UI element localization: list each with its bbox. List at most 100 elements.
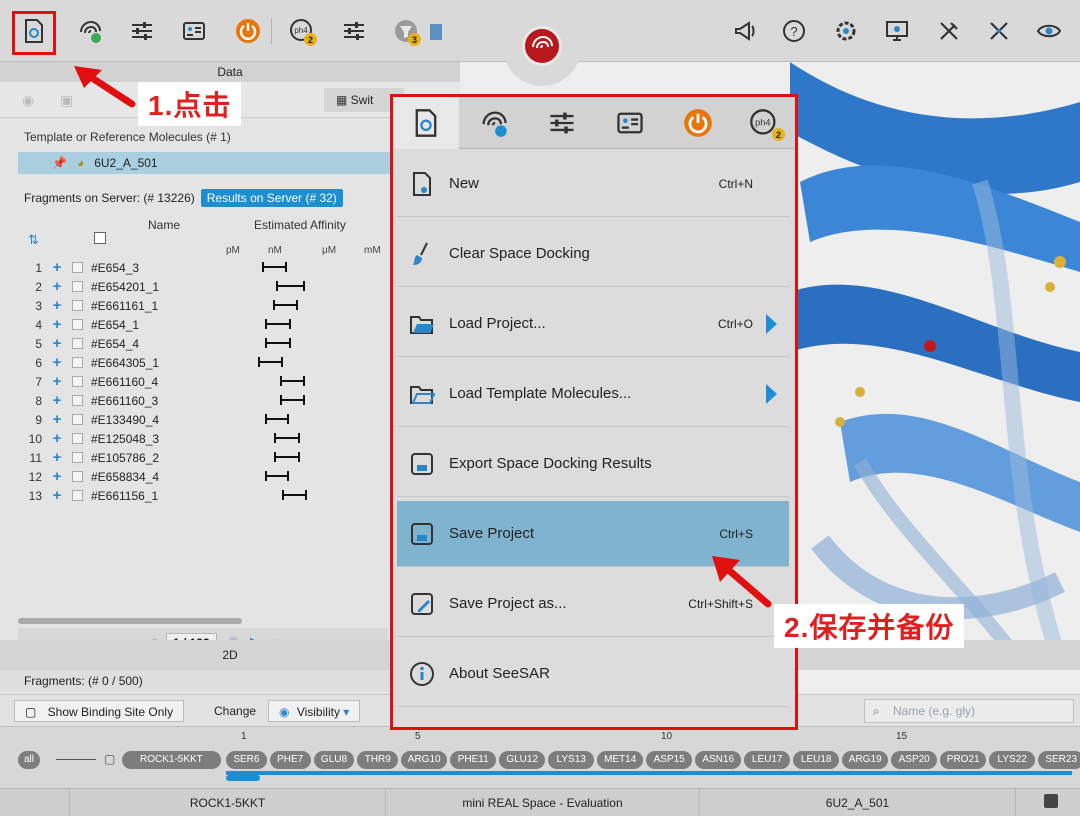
table-row[interactable]: 1 + #E654_3 (18, 258, 378, 277)
residue-pill[interactable]: ARG10 (401, 751, 448, 769)
add-fragment-icon[interactable]: + (48, 411, 66, 428)
menu-item-load-template-molecules[interactable]: Load Template Molecules... (397, 361, 789, 427)
sort-icon[interactable]: ⇅ (28, 232, 39, 248)
row-checkbox[interactable] (72, 262, 83, 273)
fragments-server-count[interactable]: Fragments on Server: (# 13226) (24, 191, 195, 205)
add-fragment-icon[interactable]: + (48, 392, 66, 409)
column-name[interactable]: Name (148, 218, 180, 232)
add-fragment-icon[interactable]: + (48, 430, 66, 447)
select-all-checkbox[interactable] (94, 232, 106, 244)
table-row[interactable]: 11 + #E105786_2 (18, 448, 378, 467)
row-checkbox[interactable] (72, 319, 83, 330)
sliders-button[interactable] (125, 14, 159, 48)
residue-pill[interactable]: LYS22 (989, 751, 1036, 769)
row-checkbox[interactable] (72, 357, 83, 368)
add-fragment-icon[interactable]: + (48, 297, 66, 314)
filter-dropdown-toggle[interactable] (430, 24, 442, 40)
results-server-tab[interactable]: Results on Server (# 32) (200, 189, 343, 207)
add-fragment-icon[interactable]: + (48, 449, 66, 466)
residue-pill[interactable]: LEU18 (793, 751, 840, 769)
residue-pill[interactable]: MET14 (597, 751, 644, 769)
notification-icon[interactable] (1044, 794, 1058, 808)
menu-item-export-space-docking-results[interactable]: Export Space Docking Results (397, 431, 789, 497)
row-checkbox[interactable] (72, 414, 83, 425)
menu-item-load-project[interactable]: Load Project... Ctrl+O (397, 291, 789, 357)
table-row[interactable]: 3 + #E661161_1 (18, 296, 378, 315)
help-button[interactable]: ? (777, 14, 811, 48)
pharmacophore-button[interactable]: ph4 2 (285, 14, 319, 48)
power-button[interactable] (231, 14, 265, 48)
table-row[interactable]: 13 + #E661156_1 (18, 486, 378, 505)
table-row[interactable]: 9 + #E133490_4 (18, 410, 378, 429)
id-card-button[interactable] (177, 14, 211, 48)
row-checkbox[interactable] (72, 281, 83, 292)
chain-pill[interactable]: ROCK1-5KKT (122, 751, 221, 769)
row-checkbox[interactable] (72, 452, 83, 463)
residue-pill[interactable]: PHE7 (269, 751, 311, 769)
menu-item-new[interactable]: New Ctrl+N (397, 151, 789, 217)
add-fragment-icon[interactable]: + (48, 373, 66, 390)
menu-tab-power[interactable] (665, 97, 731, 149)
submenu-arrow-icon[interactable] (766, 383, 777, 404)
residue-pill[interactable]: ASP20 (891, 751, 938, 769)
add-fragment-icon[interactable]: + (48, 335, 66, 352)
residue-pill[interactable]: THR9 (357, 751, 399, 769)
residue-pill[interactable]: LEU17 (744, 751, 791, 769)
add-fragment-icon[interactable]: + (48, 278, 66, 295)
add-fragment-icon[interactable]: + (48, 316, 66, 333)
table-row[interactable]: 2 + #E654201_1 (18, 277, 378, 296)
residue-pill[interactable]: ASN16 (695, 751, 742, 769)
submenu-arrow-icon[interactable] (766, 313, 777, 334)
menu-tab-id-card[interactable] (597, 97, 663, 149)
residue-pill[interactable]: LYS13 (548, 751, 595, 769)
column-affinity[interactable]: Estimated Affinity (254, 218, 346, 232)
template-item-row[interactable]: 📌 ◕ 6U2_A_501 (18, 152, 398, 174)
horizontal-scrollbar[interactable] (18, 618, 242, 624)
table-row[interactable]: 10 + #E125048_3 (18, 429, 378, 448)
cross-tools-button[interactable] (982, 14, 1016, 48)
filter-button[interactable]: 3 (389, 14, 423, 48)
binding-site-button[interactable] (73, 14, 107, 48)
row-checkbox[interactable] (72, 433, 83, 444)
menu-item-about-seesar[interactable]: About SeeSAR (397, 641, 789, 707)
table-row[interactable]: 7 + #E661160_4 (18, 372, 378, 391)
residue-pill[interactable]: GLU12 (499, 751, 546, 769)
add-fragment-icon[interactable]: + (48, 468, 66, 485)
row-checkbox[interactable] (72, 376, 83, 387)
table-row[interactable]: 5 + #E654_4 (18, 334, 378, 353)
menu-tab-file[interactable] (393, 97, 459, 149)
sequence-scrollbar[interactable] (226, 775, 260, 781)
menu-tab-sliders[interactable] (529, 97, 595, 149)
residue-pill[interactable]: SER23 (1038, 751, 1080, 769)
row-checkbox[interactable] (72, 395, 83, 406)
tools-button[interactable] (932, 14, 966, 48)
monitor-button[interactable] (880, 14, 914, 48)
row-checkbox[interactable] (72, 338, 83, 349)
table-row[interactable]: 6 + #E664305_1 (18, 353, 378, 372)
table-row[interactable]: 8 + #E661160_3 (18, 391, 378, 410)
palette-icon[interactable]: ◕ (77, 156, 84, 170)
announce-button[interactable] (728, 14, 762, 48)
menu-tab-pharmacophore[interactable]: ph4 2 (733, 97, 795, 149)
visibility-toggle-icon[interactable]: ◉ (22, 92, 34, 109)
residue-pill[interactable]: ASP15 (646, 751, 693, 769)
show-binding-site-toggle[interactable]: ▢ Show Binding Site Only (14, 700, 185, 722)
add-fragment-icon[interactable]: + (48, 487, 66, 504)
add-fragment-icon[interactable]: + (48, 354, 66, 371)
add-fragment-icon[interactable]: + (48, 259, 66, 276)
chain-all-pill[interactable]: all (18, 751, 41, 769)
filter-sliders-button[interactable] (337, 14, 371, 48)
residue-search-input[interactable]: ⌕ Name (e.g. gly) (864, 699, 1074, 723)
residue-pill[interactable]: ARG19 (842, 751, 889, 769)
menu-tab-binding-site[interactable] (461, 97, 527, 149)
eye-button[interactable] (1032, 14, 1066, 48)
row-checkbox[interactable] (72, 490, 83, 501)
residue-pill[interactable]: PHE11 (450, 751, 497, 769)
settings-button[interactable] (829, 14, 863, 48)
residue-pill[interactable]: SER6 (226, 751, 267, 769)
residue-pill[interactable]: GLU8 (313, 751, 355, 769)
table-row[interactable]: 4 + #E654_1 (18, 315, 378, 334)
visibility-dropdown[interactable]: ◉ Visibility ▾ (268, 700, 361, 722)
row-checkbox[interactable] (72, 300, 83, 311)
menu-item-clear-space-docking[interactable]: Clear Space Docking (397, 221, 789, 287)
